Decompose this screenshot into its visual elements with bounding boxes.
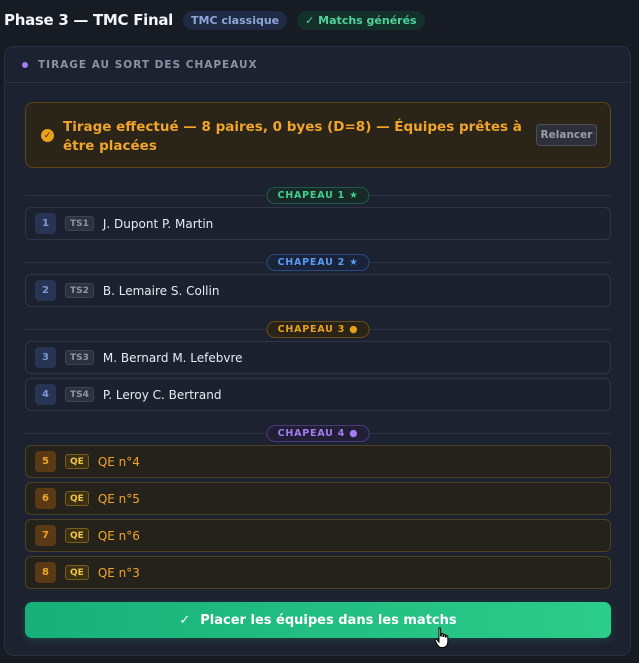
place-teams-button[interactable]: ✓ Placer les équipes dans les matchs [25, 602, 611, 638]
team-name: B. Lemaire S. Collin [102, 283, 220, 298]
panel-title: TIRAGE AU SORT DES CHAPEAUX [38, 58, 258, 71]
draw-result-alert: ✓ Tirage effectué — 8 paires, 0 byes (D=… [25, 102, 611, 168]
hat-separator-2: CHAPEAU 2 ★ [25, 254, 611, 271]
team-row: 5 QE QE n°4 [25, 445, 611, 478]
draw-panel: TIRAGE AU SORT DES CHAPEAUX ✓ Tirage eff… [4, 46, 631, 656]
hat-label-1: CHAPEAU 1 ★ [266, 187, 370, 204]
panel-header: TIRAGE AU SORT DES CHAPEAUX [5, 47, 630, 83]
team-number: 3 [35, 347, 56, 368]
team-name: M. Bernard M. Lefebvre [102, 350, 243, 365]
hat-separator-3: CHAPEAU 3 ● [25, 321, 611, 338]
hat-separator-4: CHAPEAU 4 ● [25, 425, 611, 442]
team-name: QE n°6 [97, 528, 140, 543]
qualifier-tag: QE [65, 491, 89, 506]
team-number: 1 [35, 213, 56, 234]
check-circle-icon: ✓ [41, 129, 54, 142]
team-name: QE n°4 [97, 454, 140, 469]
page-header: Phase 3 — TMC Final TMC classique ✓ Matc… [4, 9, 425, 31]
team-name: QE n°3 [97, 565, 140, 580]
hat-label-4: CHAPEAU 4 ● [266, 425, 370, 442]
team-name: J. Dupont P. Martin [102, 216, 214, 231]
qualifier-tag: QE [65, 565, 89, 580]
team-row: 3 TS3 M. Bernard M. Lefebvre [25, 341, 611, 374]
team-number: 7 [35, 525, 56, 546]
relancer-button[interactable]: Relancer [536, 124, 597, 146]
hat-separator-1: CHAPEAU 1 ★ [25, 187, 611, 204]
team-number: 5 [35, 451, 56, 472]
hat-label-2: CHAPEAU 2 ★ [266, 254, 370, 271]
team-row: 1 TS1 J. Dupont P. Martin [25, 207, 611, 240]
team-name: P. Leroy C. Bertrand [102, 387, 222, 402]
seed-tag: TS3 [65, 350, 94, 365]
team-row: 6 QE QE n°5 [25, 482, 611, 515]
team-row: 2 TS2 B. Lemaire S. Collin [25, 274, 611, 307]
place-teams-label: Placer les équipes dans les matchs [200, 612, 457, 628]
hand-cursor-icon [434, 627, 449, 648]
seed-tag: TS4 [65, 387, 94, 402]
status-badge: ✓ Matchs générés [297, 10, 425, 30]
hat-label-3: CHAPEAU 3 ● [266, 321, 370, 338]
team-name: QE n°5 [97, 491, 140, 506]
seed-tag: TS1 [65, 216, 94, 231]
alert-text: Tirage effectué — 8 paires, 0 byes (D=8)… [63, 119, 522, 154]
team-row: 4 TS4 P. Leroy C. Bertrand [25, 378, 611, 411]
check-icon: ✓ [179, 612, 191, 628]
team-number: 4 [35, 384, 56, 405]
page-title: Phase 3 — TMC Final [4, 11, 174, 29]
team-number: 8 [35, 562, 56, 583]
team-row: 7 QE QE n°6 [25, 519, 611, 552]
team-number: 6 [35, 488, 56, 509]
team-number: 2 [35, 280, 56, 301]
qualifier-tag: QE [65, 528, 89, 543]
format-badge: TMC classique [183, 10, 288, 30]
dot-icon [22, 61, 28, 68]
qualifier-tag: QE [65, 454, 89, 469]
seed-tag: TS2 [65, 283, 94, 298]
team-row: 8 QE QE n°3 [25, 556, 611, 589]
